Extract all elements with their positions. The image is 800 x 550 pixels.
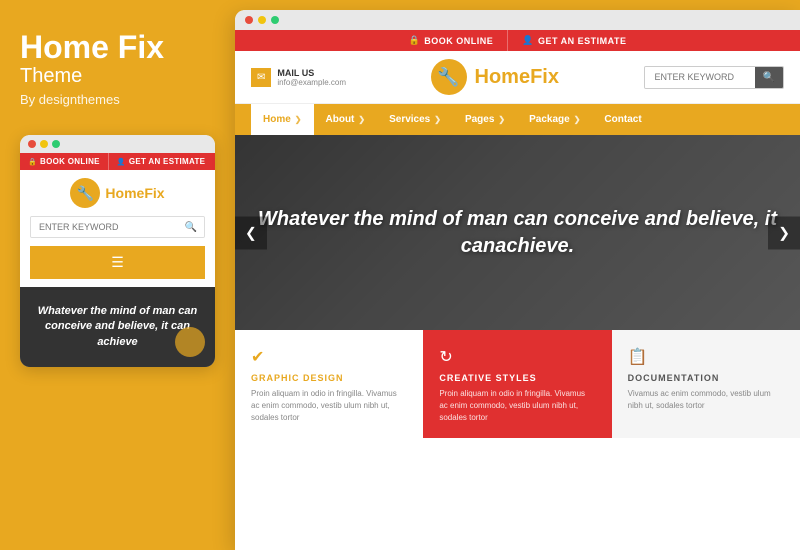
nav-arrow-home: ❯	[295, 115, 302, 124]
desktop-estimate-label: GET AN ESTIMATE	[538, 36, 627, 46]
desktop-search-input[interactable]	[645, 67, 755, 88]
nav-arrow-about: ❯	[358, 115, 365, 124]
nav-item-about[interactable]: About ❯	[314, 104, 378, 135]
mobile-logo-part2: Fix	[144, 185, 164, 201]
card-text-doc: Vivamus ac enim commodo, vestib ulum nib…	[628, 388, 784, 412]
lock-icon: 🔒	[28, 158, 37, 166]
mobile-hero-accent	[175, 327, 205, 357]
desktop-lock-icon: 🔒	[409, 35, 421, 46]
nav-item-package[interactable]: Package ❯	[517, 104, 592, 135]
document-icon: 📋	[628, 347, 784, 367]
desktop-dot-yellow	[258, 16, 266, 24]
card-text-creative: Proin aliquam in odio in fringilla. Viva…	[439, 388, 595, 424]
hamburger-icon: ☰	[111, 254, 124, 271]
desktop-dot-green	[271, 16, 279, 24]
mobile-topbar: 🔒 BOOK ONLINE 👤 GET AN ESTIMATE	[20, 153, 215, 170]
desktop-dot-red	[245, 16, 253, 24]
mobile-topbar-book[interactable]: 🔒 BOOK ONLINE	[20, 153, 108, 170]
desktop-logo-icon: 🔧	[431, 59, 467, 95]
desktop-logo: 🔧 HomeFix	[356, 59, 634, 95]
desktop-topbar-estimate[interactable]: 👤 GET AN ESTIMATE	[507, 30, 640, 51]
dot-yellow	[40, 140, 48, 148]
brand-by: By designthemes	[20, 92, 215, 107]
mobile-topbar-estimate[interactable]: 👤 GET AN ESTIMATE	[108, 153, 214, 170]
card-title-creative: CREATIVE STYLES	[439, 373, 595, 383]
desktop-user-icon: 👤	[522, 35, 534, 46]
card-title-graphic: GRAPHIC DESIGN	[251, 373, 407, 383]
desktop-topbar-book[interactable]: 🔒 BOOK ONLINE	[395, 30, 508, 51]
mobile-logo-part1: Home	[105, 185, 144, 201]
mail-email: info@example.com	[277, 78, 346, 87]
desktop-search-button[interactable]: 🔍	[755, 67, 783, 88]
mobile-search[interactable]: 🔍	[30, 216, 205, 238]
brand-title: Home Fix	[20, 30, 215, 65]
nav-arrow-package: ❯	[574, 115, 581, 124]
card-title-doc: DOCUMENTATION	[628, 373, 784, 383]
desktop-logo-part1: Home	[475, 66, 531, 88]
hero-prev-button[interactable]: ❮	[235, 216, 267, 249]
card-graphic-design: ✔ GRAPHIC DESIGN Proin aliquam in odio i…	[235, 330, 423, 438]
dot-red	[28, 140, 36, 148]
desktop-nav: Home ❯ About ❯ Services ❯ Pages ❯ Packag…	[235, 104, 800, 135]
card-creative-styles: ↻ CREATIVE STYLES Proin aliquam in odio …	[423, 330, 611, 438]
desktop-search[interactable]: 🔍	[644, 66, 784, 89]
desktop-logo-text: HomeFix	[475, 66, 559, 89]
nav-item-home[interactable]: Home ❯	[251, 104, 314, 135]
desktop-header: ✉ MAIL US info@example.com 🔧 HomeFix 🔍	[235, 51, 800, 104]
mobile-search-button[interactable]: 🔍	[178, 217, 204, 237]
mail-icon: ✉	[251, 68, 271, 87]
brand-subtitle: Theme	[20, 65, 215, 88]
desktop-hero: ❮ Whatever the mind of man can conceive …	[235, 135, 800, 330]
nav-item-services[interactable]: Services ❯	[377, 104, 453, 135]
nav-arrow-pages: ❯	[498, 115, 505, 124]
nav-arrow-services: ❯	[434, 115, 441, 124]
dot-green	[52, 140, 60, 148]
desktop-mockup: 🔒 BOOK ONLINE 👤 GET AN ESTIMATE ✉ MAIL U…	[235, 10, 800, 550]
mobile-hero: Whatever the mind of man can conceive an…	[20, 287, 215, 367]
mobile-mockup: 🔒 BOOK ONLINE 👤 GET AN ESTIMATE 🔧 HomeFi…	[20, 135, 215, 367]
mobile-header: 🔧 HomeFix	[20, 170, 215, 216]
mobile-menu-button[interactable]: ☰	[30, 246, 205, 279]
refresh-icon: ↻	[439, 347, 595, 367]
user-icon: 👤	[117, 158, 126, 166]
mobile-logo-icon: 🔧	[70, 178, 100, 208]
checkmark-icon: ✔	[251, 347, 407, 367]
desktop-book-label: BOOK ONLINE	[424, 36, 493, 46]
card-text-graphic: Proin aliquam in odio in fringilla. Viva…	[251, 388, 407, 424]
desktop-logo-part2: Fix	[530, 66, 559, 88]
mobile-logo: 🔧 HomeFix	[70, 178, 164, 208]
mobile-logo-text: HomeFix	[105, 185, 164, 201]
left-panel: Home Fix Theme By designthemes 🔒 BOOK ON…	[0, 0, 235, 550]
mobile-dots-bar	[20, 135, 215, 153]
mail-label: MAIL US	[277, 68, 346, 78]
desktop-dots-bar	[235, 10, 800, 30]
nav-item-contact[interactable]: Contact	[592, 104, 653, 135]
mobile-book-label: BOOK ONLINE	[40, 157, 100, 166]
desktop-mail: ✉ MAIL US info@example.com	[251, 68, 346, 87]
desktop-topbar: 🔒 BOOK ONLINE 👤 GET AN ESTIMATE	[235, 30, 800, 51]
hero-text: Whatever the mind of man can conceive an…	[235, 206, 800, 260]
hero-next-button[interactable]: ❯	[768, 216, 800, 249]
mobile-search-input[interactable]	[31, 217, 178, 237]
mobile-estimate-label: GET AN ESTIMATE	[129, 157, 206, 166]
nav-item-pages[interactable]: Pages ❯	[453, 104, 517, 135]
cards-row: ✔ GRAPHIC DESIGN Proin aliquam in odio i…	[235, 330, 800, 438]
card-documentation: 📋 DOCUMENTATION Vivamus ac enim commodo,…	[612, 330, 800, 438]
